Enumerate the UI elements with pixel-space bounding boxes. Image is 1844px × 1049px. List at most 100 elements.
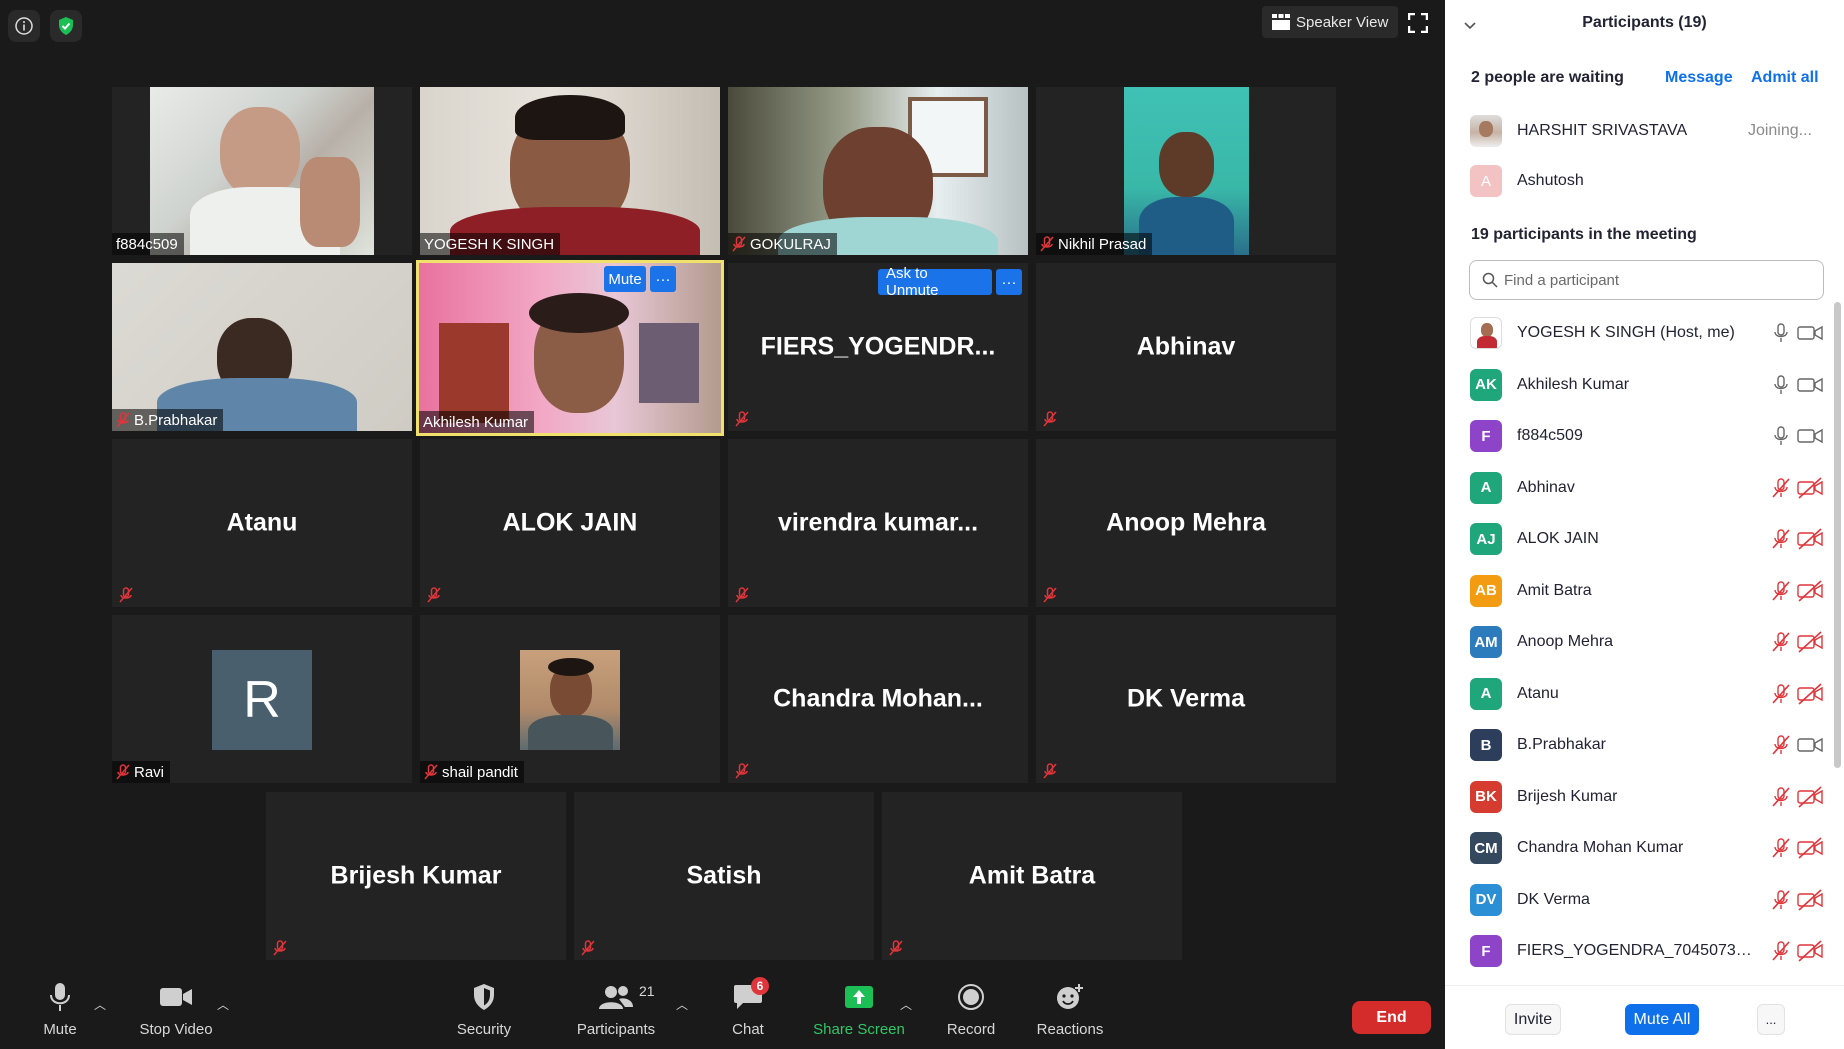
participant-row[interactable]: AM Anoop Mehra xyxy=(1445,617,1830,668)
speaker-view-button[interactable]: Speaker View xyxy=(1262,6,1399,38)
video-camera-icon xyxy=(160,988,192,1006)
muted-mic-icon xyxy=(732,761,752,781)
participant-row[interactable]: A Abhinav xyxy=(1445,463,1830,514)
avatar: AM xyxy=(1470,626,1502,658)
muted-mic-icon[interactable] xyxy=(1770,786,1792,808)
mute-button[interactable]: Mute xyxy=(30,966,90,1049)
microphone-icon[interactable] xyxy=(1770,322,1792,344)
message-waiting-link[interactable]: Message xyxy=(1665,69,1733,87)
video-tile[interactable]: B.Prabhakar xyxy=(112,263,412,431)
participant-list: YOGESH K SINGH (Host, me) AK Akhilesh Kuma… xyxy=(1445,308,1830,978)
tile-more-button[interactable]: ··· xyxy=(996,269,1022,295)
find-participant-input[interactable]: Find a participant xyxy=(1469,260,1824,300)
invite-button[interactable]: Invite xyxy=(1505,1004,1561,1035)
name-tile[interactable]: ALOK JAIN xyxy=(420,439,720,607)
participant-row[interactable]: Ff884c509 xyxy=(1445,411,1830,462)
record-button[interactable]: Record xyxy=(940,966,1002,1049)
name-tile[interactable]: Brijesh Kumar xyxy=(266,792,566,960)
fullscreen-button[interactable] xyxy=(1405,10,1431,36)
muted-mic-icon[interactable] xyxy=(1770,477,1792,499)
speaker-view-label: Speaker View xyxy=(1296,13,1389,31)
participant-name: YOGESH K SINGH xyxy=(424,235,555,253)
video-tile[interactable]: Nikhil Prasad xyxy=(1036,87,1336,255)
video-feed xyxy=(420,87,720,255)
participant-list-scrollbar[interactable] xyxy=(1834,302,1841,768)
participant-row[interactable]: F FIERS_YOGENDRA_7045073598_... xyxy=(1445,926,1830,977)
mute-all-button[interactable]: Mute All xyxy=(1625,1004,1699,1035)
participant-name: GOKULRAJ xyxy=(750,235,831,253)
audio-options-caret-icon[interactable]: ︿ xyxy=(94,996,106,1013)
name-tile[interactable]: virendra kumar... xyxy=(728,439,1028,607)
meeting-info-button[interactable] xyxy=(8,10,40,42)
participants-button[interactable]: 21 Participants xyxy=(570,966,662,1049)
participant-row[interactable]: YOGESH K SINGH (Host, me) xyxy=(1445,308,1830,359)
name-tile[interactable]: Amit Batra xyxy=(882,792,1182,960)
participant-display-name: Chandra Mohan... xyxy=(773,684,983,713)
avatar: A xyxy=(1470,471,1502,504)
stop-video-button[interactable]: Stop Video xyxy=(136,966,216,1049)
participant-name: shail pandit xyxy=(442,763,518,781)
muted-mic-icon[interactable] xyxy=(1770,940,1792,962)
name-tile[interactable]: Abhinav xyxy=(1036,263,1336,431)
participant-row[interactable]: BK Brijesh Kumar xyxy=(1445,772,1830,823)
share-screen-button[interactable]: Share Screen xyxy=(809,966,909,1049)
name-tile[interactable]: Ask to Unmute ··· FIERS_YOGENDR... xyxy=(728,263,1028,431)
avatar: AB xyxy=(1470,574,1502,607)
tile-more-button[interactable]: ··· xyxy=(650,266,676,292)
video-off-icon xyxy=(1797,631,1823,653)
video-off-icon xyxy=(1797,837,1823,859)
avatar-initial: A xyxy=(1480,172,1491,190)
mute-participant-button[interactable]: Mute xyxy=(604,266,646,292)
microphone-icon[interactable] xyxy=(1770,374,1792,396)
participant-name: Nikhil Prasad xyxy=(1058,235,1147,253)
muted-mic-icon[interactable] xyxy=(1770,683,1792,705)
participant-row[interactable]: A Atanu xyxy=(1445,669,1830,720)
participant-row[interactable]: B B.Prabhakar xyxy=(1445,720,1830,771)
share-options-caret-icon[interactable]: ︿ xyxy=(900,996,912,1013)
participant-row[interactable]: AB Amit Batra xyxy=(1445,566,1830,617)
microphone-icon[interactable] xyxy=(1770,425,1792,447)
video-off-icon xyxy=(1797,785,1823,808)
participant-row[interactable]: AK Akhilesh Kumar xyxy=(1445,360,1830,411)
participants-label: Participants xyxy=(576,1021,656,1038)
more-options-button[interactable]: ... xyxy=(1757,1004,1785,1035)
participant-row[interactable]: CM Chandra Mohan Kumar xyxy=(1445,823,1830,874)
chat-button[interactable]: 6 Chat xyxy=(718,966,778,1049)
muted-mic-icon[interactable] xyxy=(1770,734,1792,756)
muted-mic-icon[interactable] xyxy=(1770,580,1792,602)
ask-to-unmute-button[interactable]: Ask to Unmute xyxy=(878,265,992,299)
participant-row[interactable]: DV DK Verma xyxy=(1445,875,1830,926)
security-button[interactable]: Security xyxy=(449,966,519,1049)
waiting-participant-row[interactable]: A Ashutosh xyxy=(1445,162,1844,202)
name-tile[interactable]: Chandra Mohan... xyxy=(728,615,1028,783)
search-icon xyxy=(1482,272,1498,288)
participant-name-label: Ravi xyxy=(112,761,171,783)
avatar-tile[interactable]: shail pandit xyxy=(420,615,720,783)
admit-all-link[interactable]: Admit all xyxy=(1751,69,1819,87)
name-tile[interactable]: Anoop Mehra xyxy=(1036,439,1336,607)
reactions-button[interactable]: Reactions xyxy=(1030,966,1110,1049)
end-meeting-button[interactable]: End xyxy=(1352,1001,1431,1034)
muted-mic-icon[interactable] xyxy=(1770,889,1792,911)
video-tile[interactable]: f884c509 xyxy=(112,87,412,255)
participants-options-caret-icon[interactable]: ︿ xyxy=(676,996,688,1013)
name-tile[interactable]: Satish xyxy=(574,792,874,960)
participant-row[interactable]: AJ ALOK JAIN xyxy=(1445,514,1830,565)
encryption-button[interactable] xyxy=(50,10,82,42)
video-tile[interactable]: GOKULRAJ xyxy=(728,87,1028,255)
video-tile[interactable]: YOGESH K SINGH xyxy=(420,87,720,255)
video-tile-active-speaker[interactable]: Mute ··· Akhilesh Kumar xyxy=(416,260,724,436)
video-options-caret-icon[interactable]: ︿ xyxy=(217,996,229,1013)
muted-mic-icon[interactable] xyxy=(1770,528,1792,550)
chat-label: Chat xyxy=(732,1021,764,1038)
video-feed xyxy=(112,263,412,431)
name-tile[interactable]: Atanu xyxy=(112,439,412,607)
avatar-tile[interactable]: R Ravi xyxy=(112,615,412,783)
joining-status: Joining... xyxy=(1747,122,1812,139)
muted-mic-icon xyxy=(116,585,136,605)
waiting-participant-row[interactable]: HARSHIT SRIVASTAVA Joining... xyxy=(1445,112,1844,152)
muted-mic-icon[interactable] xyxy=(1770,837,1792,859)
fullscreen-icon xyxy=(1408,13,1428,33)
name-tile[interactable]: DK Verma xyxy=(1036,615,1336,783)
muted-mic-icon[interactable] xyxy=(1770,631,1792,653)
